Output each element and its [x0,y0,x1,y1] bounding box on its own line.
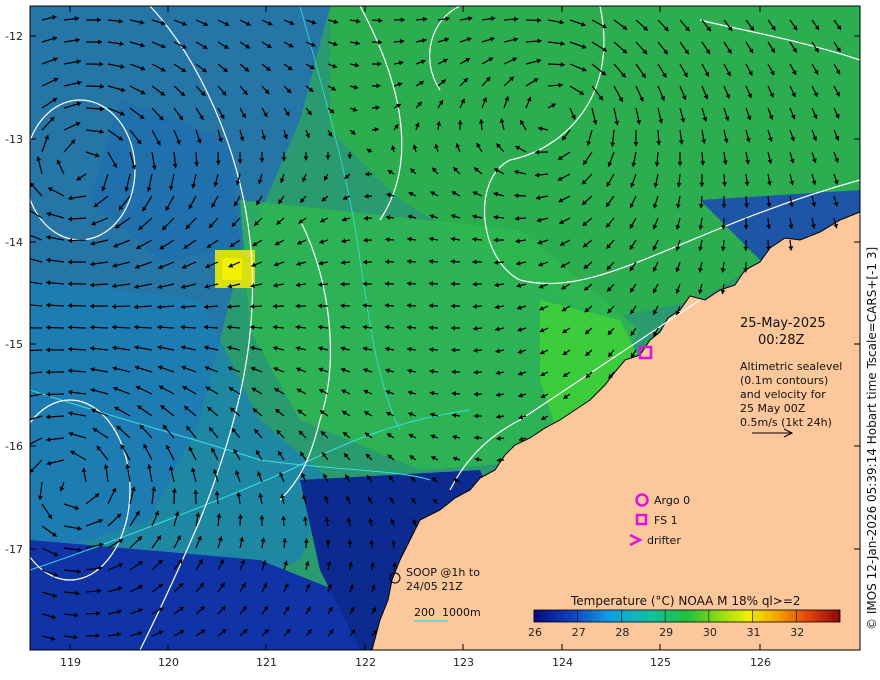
bathy-200-label: 200 [414,606,435,619]
date-stamp: 25-May-2025 [740,316,826,331]
lon-tick-label: 122 [355,656,376,669]
drifter-legend-label: drifter [647,534,681,547]
velocity-arrowhead [25,418,30,423]
colorbar-tick-label: 31 [747,626,761,639]
velocity-arrowhead [24,302,28,307]
bathy-1000-label: 1000m [442,606,481,619]
velocity-arrowhead [24,325,28,330]
lon-tick-label: 123 [453,656,474,669]
soop-legend-line1: SOOP @1h to [406,566,480,579]
lat-tick-label: -14 [5,236,23,249]
velocity-scale-label: 0.5m/s (1kt 24h) [740,416,832,429]
soop-legend-line2: 24/05 21Z [406,580,463,593]
lat-tick-label: -15 [5,338,23,351]
velocity-arrowhead [25,233,30,238]
lon-tick-label: 125 [650,656,671,669]
lon-tick-label: 121 [256,656,277,669]
altimetry-note-1: Altimetric sealevel [740,360,842,373]
sst-map: -12 -13 -14 -15 -16 -17 119 120 121 122 123 124 125… [5,5,879,669]
altimetry-note-2: (0.1m contours) [740,374,828,387]
velocity-arrow [30,349,43,352]
altimetry-note-4: 25 May 00Z [740,402,806,415]
colorbar-tick-label: 29 [659,626,673,639]
velocity-arrowhead [25,256,29,261]
velocity-arrowhead [24,371,28,376]
colorbar [533,609,841,623]
fs-legend-label: FS 1 [654,514,678,527]
argo-legend-label: Argo 0 [654,494,690,507]
lat-tick-label: -17 [5,543,23,556]
colorbar-tick-label: 30 [703,626,717,639]
lon-tick-label: 124 [552,656,573,669]
altimetry-note-3: and velocity for [740,388,826,401]
colorbar-tick-label: 26 [528,626,542,639]
credit-text: © IMOS 12-Jan-2026 05:39:14 Hobart time … [865,247,879,630]
colorbar-tick-label: 27 [572,626,586,639]
time-stamp: 00:28Z [758,333,804,348]
lat-tick-label: -13 [5,133,23,146]
lon-tick-label: 120 [158,656,179,669]
colorbar-tick-label: 28 [615,626,629,639]
lat-tick-label: -12 [5,30,23,43]
lon-tick-label: 126 [750,656,771,669]
colorbar-title: Temperature (°C) NOAA M 18% ql>=2 [570,594,801,608]
lat-tick-label: -16 [5,440,23,453]
colorbar-tick-label: 32 [790,626,804,639]
velocity-arrowhead [24,348,28,353]
velocity-arrowhead [24,279,28,284]
lon-tick-label: 119 [60,656,81,669]
velocity-arrowhead [24,394,28,399]
